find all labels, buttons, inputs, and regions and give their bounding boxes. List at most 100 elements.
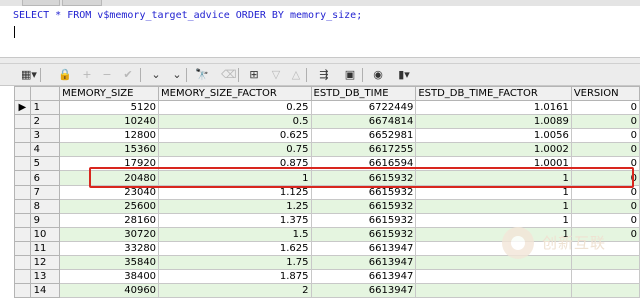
column-header-estd-db-time-factor[interactable]: ESTD_DB_TIME_FACTOR	[415, 86, 572, 101]
row-number[interactable]: 5	[29, 156, 61, 172]
cell-memory-size[interactable]: 40960	[59, 283, 160, 298]
column-header-estd-db-time[interactable]: ESTD_DB_TIME	[310, 86, 417, 101]
previous-icon[interactable]: ▽	[269, 67, 283, 83]
row-indicator[interactable]	[14, 212, 31, 228]
cell-estd-db-time[interactable]: 6615932	[310, 198, 417, 214]
cell-estd-db-time[interactable]: 6615932	[310, 226, 417, 242]
query-by-example-icon[interactable]: ⊞	[246, 67, 262, 83]
table-row[interactable]: 13 38400 1.875 6613947	[14, 269, 640, 285]
cell-estd-db-time-factor[interactable]: 1	[415, 198, 572, 214]
cell-memory-size[interactable]: 30720	[59, 226, 160, 242]
row-indicator[interactable]	[14, 128, 31, 144]
sql-editor[interactable]: SELECT * FROM v$memory_target_advice ORD…	[0, 6, 640, 58]
row-number[interactable]: 10	[29, 226, 61, 242]
cell-estd-db-time[interactable]: 6613947	[310, 283, 417, 298]
row-number[interactable]: 3	[29, 128, 61, 144]
cell-memory-size[interactable]: 25600	[59, 198, 160, 214]
cell-memory-size-factor[interactable]: 1.25	[158, 198, 312, 214]
grid-options-icon[interactable]: ▦▾	[18, 67, 40, 83]
cell-memory-size[interactable]: 38400	[59, 269, 160, 285]
row-indicator[interactable]	[14, 226, 31, 242]
row-number[interactable]: 12	[29, 255, 61, 271]
row-indicator[interactable]	[14, 142, 31, 158]
fetch-last-icon[interactable]: ⌄	[170, 67, 184, 83]
table-row[interactable]: ▶ 1 5120 0.25 6722449 1.0161 0	[14, 99, 640, 116]
cell-estd-db-time[interactable]: 6674814	[310, 114, 417, 130]
table-row[interactable]: 3 12800 0.625 6652981 1.0056 0	[14, 128, 640, 144]
row-indicator[interactable]	[14, 114, 31, 130]
cell-estd-db-time[interactable]: 6613947	[310, 269, 417, 285]
row-indicator[interactable]	[14, 283, 31, 298]
cell-estd-db-time-factor[interactable]: 1.0002	[415, 142, 572, 158]
cell-estd-db-time[interactable]: 6613947	[310, 255, 417, 271]
row-number[interactable]: 11	[29, 240, 61, 257]
cell-memory-size-factor[interactable]: 1.625	[158, 240, 312, 257]
cell-memory-size[interactable]: 5120	[59, 99, 160, 116]
post-changes-icon[interactable]: ✔	[121, 67, 135, 83]
table-row[interactable]: 14 40960 2 6613947	[14, 283, 640, 298]
cell-memory-size-factor[interactable]: 1.5	[158, 226, 312, 242]
cell-version[interactable]	[570, 283, 640, 298]
cell-memory-size[interactable]: 12800	[59, 128, 160, 144]
cell-memory-size[interactable]: 10240	[59, 114, 160, 130]
row-number[interactable]: 9	[29, 212, 61, 228]
cell-estd-db-time[interactable]: 6615932	[310, 212, 417, 228]
save-icon[interactable]: ▣	[343, 67, 357, 83]
delete-record-icon[interactable]: −	[100, 67, 114, 83]
row-number[interactable]: 8	[29, 198, 61, 214]
row-indicator[interactable]	[14, 156, 31, 172]
cell-memory-size[interactable]: 35840	[59, 255, 160, 271]
cell-version[interactable]: 0	[570, 198, 640, 214]
cell-estd-db-time[interactable]: 6652981	[310, 128, 417, 144]
row-indicator[interactable]	[14, 198, 31, 214]
cell-estd-db-time-factor[interactable]: 1.0089	[415, 114, 572, 130]
row-number[interactable]: 6	[29, 170, 61, 186]
row-number[interactable]: 2	[29, 114, 61, 130]
column-header-version[interactable]: VERSION	[570, 86, 640, 101]
row-number[interactable]: 4	[29, 142, 61, 158]
cell-version[interactable]	[570, 269, 640, 285]
clear-icon[interactable]: ⌫	[221, 67, 237, 83]
row-number[interactable]: 14	[29, 283, 61, 298]
table-row[interactable]: 8 25600 1.25 6615932 1 0	[14, 198, 640, 214]
row-indicator[interactable]	[14, 240, 31, 257]
cell-memory-size-factor[interactable]: 1.75	[158, 255, 312, 271]
row-indicator[interactable]	[14, 269, 31, 285]
cell-memory-size[interactable]: 28160	[59, 212, 160, 228]
cell-estd-db-time[interactable]: 6613947	[310, 240, 417, 257]
cell-memory-size-factor[interactable]: 0.25	[158, 99, 312, 116]
cell-version[interactable]: 0	[570, 99, 640, 116]
row-indicator[interactable]: ▶	[14, 99, 31, 116]
cell-estd-db-time-factor[interactable]	[415, 269, 572, 285]
column-header-memory-size[interactable]: MEMORY_SIZE	[59, 86, 160, 101]
chart-icon[interactable]: ▮▾	[393, 67, 415, 83]
row-indicator[interactable]	[14, 255, 31, 271]
connection-icon[interactable]: ◉	[370, 67, 386, 83]
cell-version[interactable]: 0	[570, 114, 640, 130]
cell-version[interactable]: 0	[570, 128, 640, 144]
cell-memory-size-factor[interactable]: 2	[158, 283, 312, 298]
cell-memory-size-factor[interactable]: 1.875	[158, 269, 312, 285]
cell-memory-size-factor[interactable]: 1.375	[158, 212, 312, 228]
cell-estd-db-time[interactable]: 6722449	[310, 99, 417, 116]
cell-memory-size[interactable]: 15360	[59, 142, 160, 158]
cell-memory-size-factor[interactable]: 0.75	[158, 142, 312, 158]
cell-estd-db-time[interactable]: 6617255	[310, 142, 417, 158]
cell-estd-db-time-factor[interactable]: 1.0056	[415, 128, 572, 144]
cell-memory-size[interactable]: 33280	[59, 240, 160, 257]
row-number[interactable]: 13	[29, 269, 61, 285]
row-number[interactable]: 1	[29, 99, 61, 116]
fetch-next-icon[interactable]: ⌄	[149, 67, 163, 83]
cell-memory-size-factor[interactable]: 0.5	[158, 114, 312, 130]
row-indicator[interactable]	[14, 184, 31, 200]
find-icon[interactable]: 🔭	[194, 67, 210, 83]
cell-version[interactable]: 0	[570, 142, 640, 158]
column-header-memory-size-factor[interactable]: MEMORY_SIZE_FACTOR	[158, 86, 312, 101]
cell-estd-db-time-factor[interactable]: 1.0161	[415, 99, 572, 116]
add-record-icon[interactable]: +	[80, 67, 94, 83]
table-row[interactable]: 4 15360 0.75 6617255 1.0002 0	[14, 142, 640, 158]
next-icon[interactable]: △	[289, 67, 303, 83]
export-icon[interactable]: ⇶	[315, 67, 333, 83]
lock-icon[interactable]: 🔒	[58, 67, 72, 83]
cell-memory-size-factor[interactable]: 0.625	[158, 128, 312, 144]
